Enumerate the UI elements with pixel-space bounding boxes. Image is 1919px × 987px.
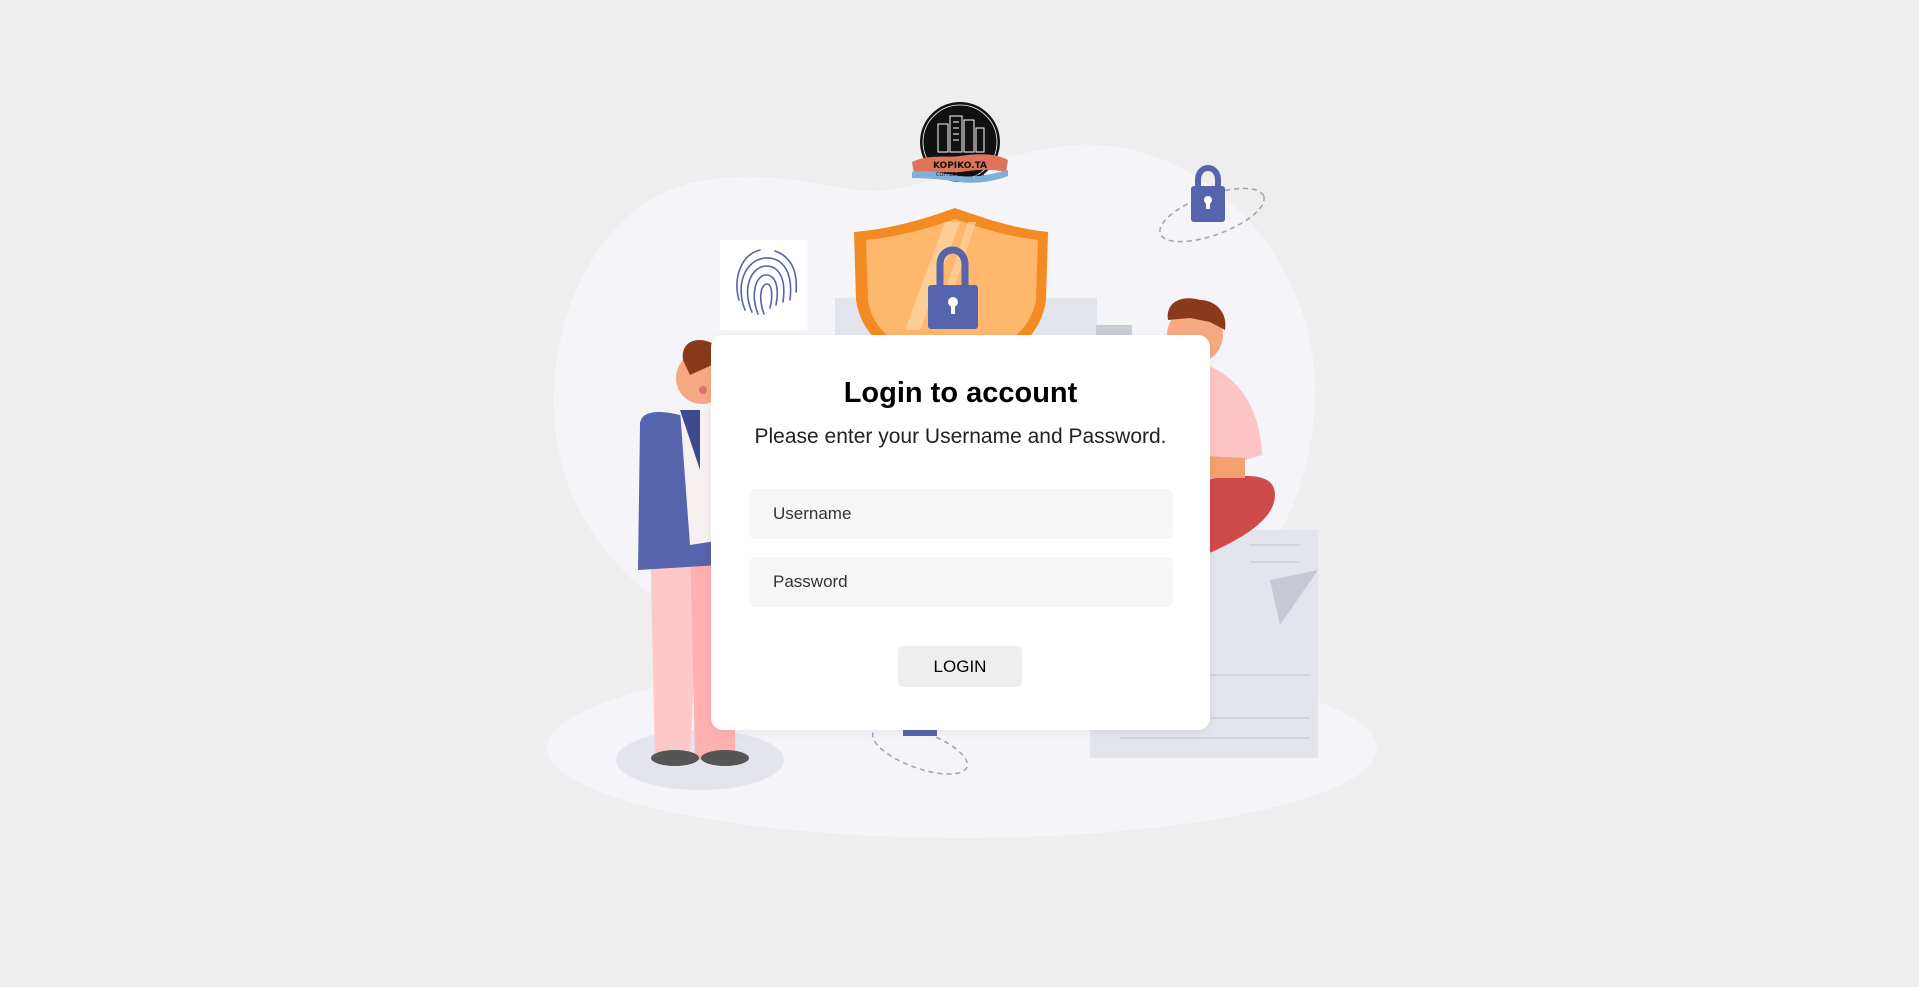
brand-logo: KOPIKO.TA COFFEE & BRUNCH <box>912 102 1008 183</box>
login-card: Login to account Please enter your Usern… <box>711 335 1210 730</box>
brand-name: KOPIKO.TA <box>933 161 987 171</box>
login-instructions: Please enter your Username and Password. <box>754 425 1167 448</box>
login-page: KOPIKO.TA COFFEE & BRUNCH Login to accou… <box>0 0 1919 987</box>
password-input[interactable] <box>749 557 1173 607</box>
username-input[interactable] <box>749 489 1173 539</box>
page-title: Login to account <box>843 377 1078 409</box>
login-button[interactable]: LOGIN <box>898 646 1022 687</box>
brand-tagline: COFFEE & BRUNCH <box>936 172 984 178</box>
fingerprint-icon <box>720 240 807 330</box>
